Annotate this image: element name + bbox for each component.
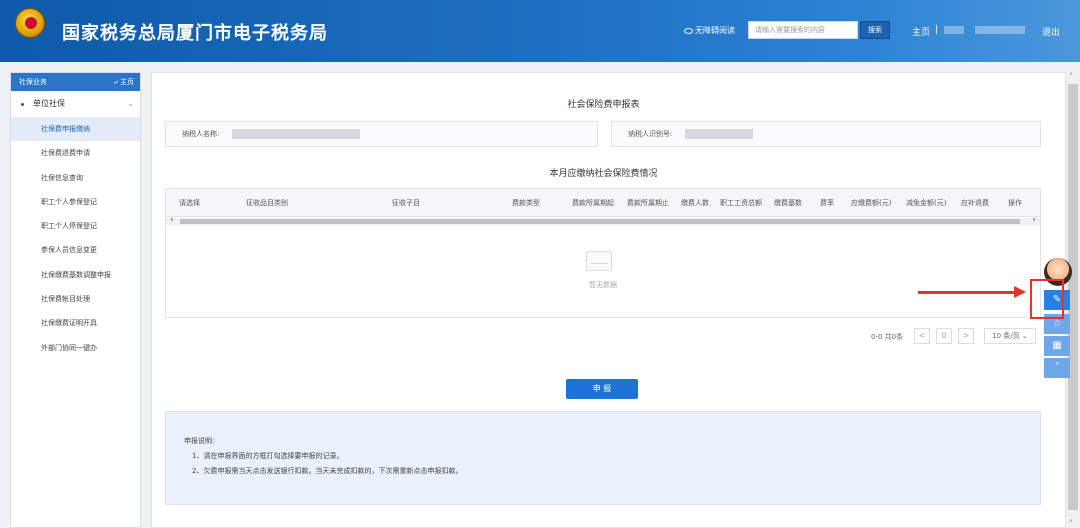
page-size-select[interactable]: 10 条/页 ⌄ [984, 328, 1036, 344]
sidebar-item-suspend[interactable]: 职工个人停保登记 [11, 214, 140, 238]
user-info-redacted [944, 26, 964, 34]
pager-info: 0-0 共0条 [871, 333, 904, 341]
home-link[interactable]: 主页 [912, 25, 930, 38]
search-input[interactable]: 请输入需要搜索的内容 [748, 21, 858, 39]
scroll-down-icon[interactable]: ˅ [1069, 519, 1073, 528]
column-header: 费率 [820, 199, 834, 207]
column-header: 征收子目 [392, 199, 420, 207]
annotation-arrowhead-icon [1014, 286, 1026, 298]
notes-title: 申报说明: [184, 437, 215, 445]
notes-item: 1、请在申报界面的方框打勾选择要申报的记录。 [192, 452, 344, 460]
form-title: 社会保险费申报表 [567, 100, 640, 110]
sidebar-item-declare-pay[interactable]: 社保费申报缴纳 [11, 117, 140, 142]
column-header: 费款所属期止 [627, 199, 669, 207]
sidebar-item-refund[interactable]: 社保费退费申请 [11, 141, 140, 165]
sidebar-item-account-process[interactable]: 社保费帐目处理 [11, 287, 140, 311]
column-header: 费款所属期起 [572, 199, 614, 207]
sidebar-item-info-change[interactable]: 参保人员信息变更 [11, 238, 140, 262]
sidebar-item-base-adjust[interactable]: 社保缴费基数调整申报 [11, 263, 140, 287]
scroll-right-icon[interactable]: › [1032, 215, 1036, 225]
section-title: 本月应缴纳社会保险费情况 [549, 169, 658, 179]
scroll-left-icon[interactable]: ‹ [170, 215, 174, 225]
annotation-highlight-box [1030, 279, 1064, 319]
column-header[interactable]: 请选择 [179, 189, 200, 217]
table-horizontal-scrollbar[interactable]: ‹ › [166, 215, 1040, 225]
sidebar: 社保业务 ⤶ 主页 单位社保 ⌄ 社保费申报缴纳 社保费退费申请 社保信息查询 … [10, 72, 141, 528]
notes-item: 2、欠费申报需当天点击发送银行扣款。当天未完成扣款的，下次需重新点击申报扣款。 [192, 467, 463, 475]
sidebar-item-certificate[interactable]: 社保缴费证明开具 [11, 311, 140, 335]
chevron-up-icon[interactable]: ˄ [1044, 358, 1070, 378]
column-header: 征收品目类别 [246, 199, 288, 207]
calculator-icon[interactable]: ▦ [1044, 336, 1070, 356]
column-header: 费款类型 [512, 199, 540, 207]
chevron-down-icon: ⌄ [127, 99, 134, 108]
empty-inbox-icon [586, 251, 612, 271]
taxpayer-id-box: 纳税人识别号: [611, 121, 1041, 147]
sidebar-group-unit-social-security[interactable]: 单位社保 ⌄ [11, 91, 140, 117]
column-header: 应补退费 [961, 199, 989, 207]
eye-icon [684, 27, 693, 34]
accessibility-link[interactable]: 无障碍阅读 [684, 25, 735, 36]
sidebar-item-enroll[interactable]: 职工个人参保登记 [11, 190, 140, 214]
next-page-button[interactable]: > [958, 328, 974, 344]
prev-page-button[interactable]: < [914, 328, 930, 344]
chevron-down-icon: ⌄ [1021, 332, 1028, 340]
site-title: 国家税务总局厦门市电子税务局 [62, 23, 328, 44]
taxpayer-id-redacted [684, 129, 753, 139]
tax-emblem-icon [12, 8, 48, 52]
sidebar-item-one-click[interactable]: 外部门协同一键办 [11, 336, 140, 360]
scrollbar-thumb[interactable] [180, 219, 1020, 224]
declaration-notes: 申报说明: 1、请在申报界面的方框打勾选择要申报的记录。 2、欠费申报需当天点击… [165, 411, 1041, 505]
column-header: 缴费基数 [774, 199, 802, 207]
column-header: 应缴费额(元) [851, 199, 892, 207]
sidebar-home-link[interactable]: ⤶ 主页 [114, 73, 134, 91]
taxpayer-name-label: 纳税人名称: [182, 130, 220, 138]
sidebar-header: 社保业务 ⤶ 主页 [11, 73, 140, 91]
column-header: 操作 [1008, 199, 1022, 207]
annotation-arrow-icon [918, 291, 1022, 294]
data-table: 请选择 征收品目类别 征收子目 费款类型 费款所属期起 费款所属期止 缴费人数 … [165, 188, 1041, 318]
search-button[interactable]: 搜索 [860, 21, 890, 39]
main-panel: 社会保险费申报表 纳税人名称: 纳税人识别号: 本月应缴纳社会保险费情况 请选择… [151, 72, 1066, 528]
logout-link[interactable]: 退出 [1042, 25, 1060, 38]
page-number-button[interactable]: 0 [936, 328, 952, 344]
table-header: 请选择 征收品目类别 征收子目 费款类型 费款所属期起 费款所属期止 缴费人数 … [166, 189, 1040, 217]
scroll-up-icon[interactable]: ˄ [1069, 72, 1073, 81]
empty-text: 暂无数据 [589, 281, 617, 289]
bullet-icon [21, 103, 24, 106]
column-header: 职工工资总额 [720, 199, 762, 207]
column-header: 减免金额(元) [906, 199, 947, 207]
taxpayer-name-box: 纳税人名称: [165, 121, 598, 147]
taxpayer-name-redacted [231, 129, 360, 139]
nav-separator: | [935, 25, 939, 35]
column-header: 缴费人数 [681, 199, 709, 207]
sidebar-item-info-query[interactable]: 社保信息查询 [11, 166, 140, 190]
user-name-redacted [975, 26, 1025, 34]
top-header: 国家税务总局厦门市电子税务局 无障碍阅读 请输入需要搜索的内容 搜索 主页 | … [0, 0, 1080, 62]
taxpayer-id-label: 纳税人识别号: [628, 130, 673, 138]
declare-button[interactable]: 申 报 [566, 379, 638, 399]
